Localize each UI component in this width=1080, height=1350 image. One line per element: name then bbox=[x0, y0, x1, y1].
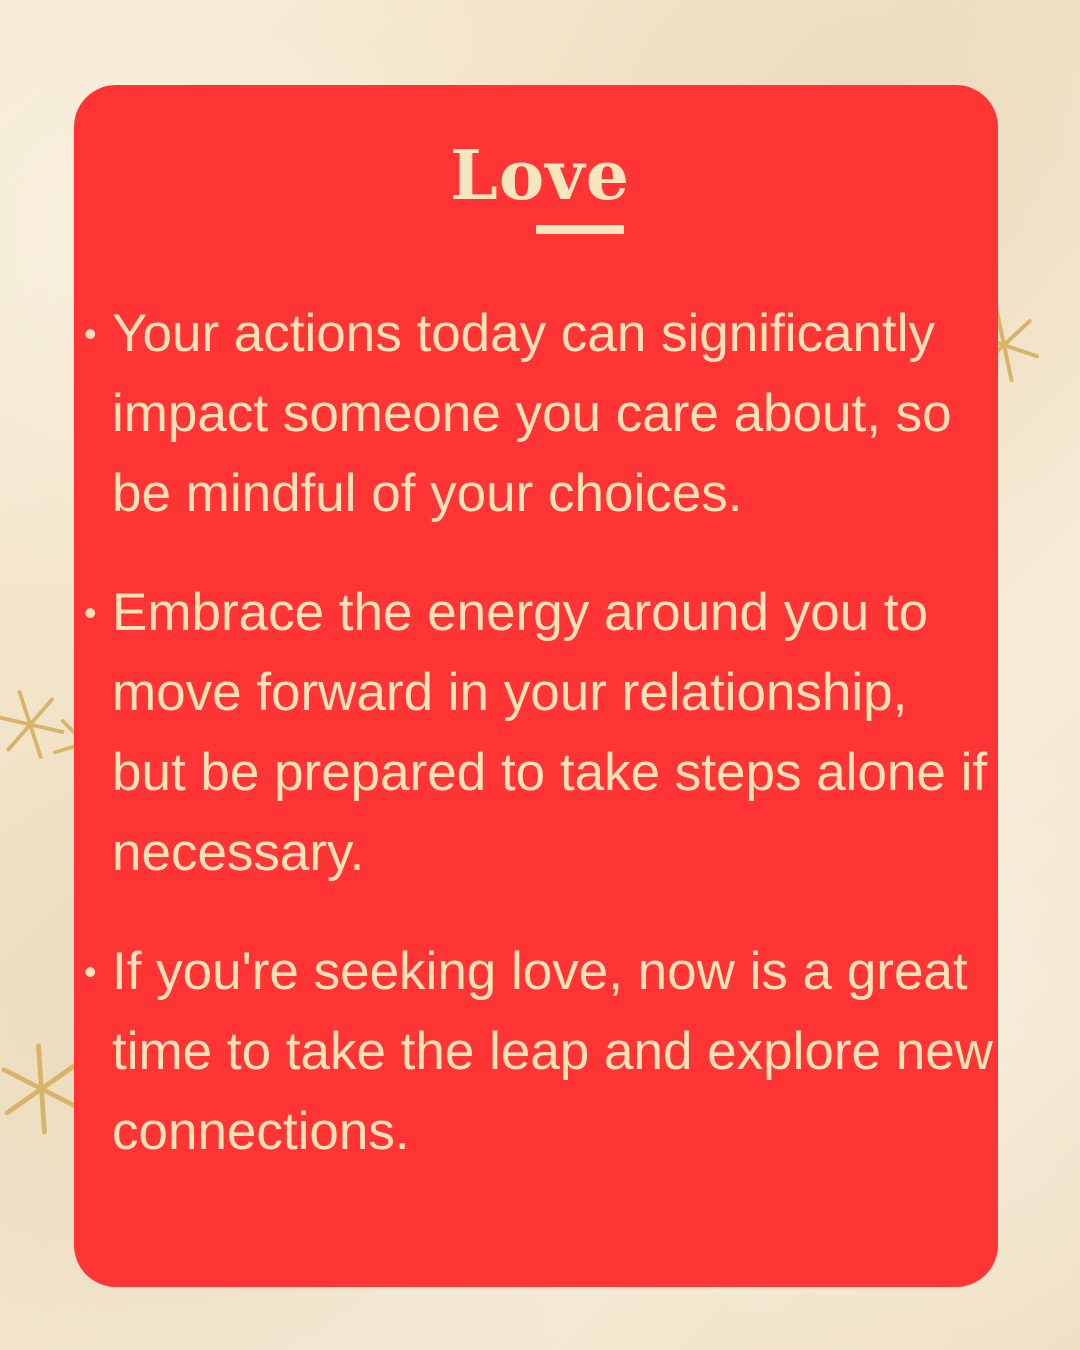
love-point-2: • Embrace the energy around you to move … bbox=[84, 573, 994, 893]
love-point-text-1: Your actions today can significantly imp… bbox=[112, 304, 952, 523]
bullet-icon: • bbox=[84, 592, 97, 633]
love-point-text-2: Embrace the energy around you to move fo… bbox=[112, 583, 988, 882]
love-point-text-3: If you're seeking love, now is a great t… bbox=[112, 942, 993, 1161]
love-point-3: • If you're seeking love, now is a great… bbox=[84, 932, 994, 1172]
title-underline bbox=[536, 225, 624, 234]
page-title: Love bbox=[450, 136, 630, 216]
bullet-icon: • bbox=[84, 313, 97, 354]
bullet-icon: • bbox=[84, 951, 97, 992]
love-point-1: • Your actions today can significantly i… bbox=[84, 294, 994, 534]
love-points-list: • Your actions today can significantly i… bbox=[84, 294, 994, 1211]
